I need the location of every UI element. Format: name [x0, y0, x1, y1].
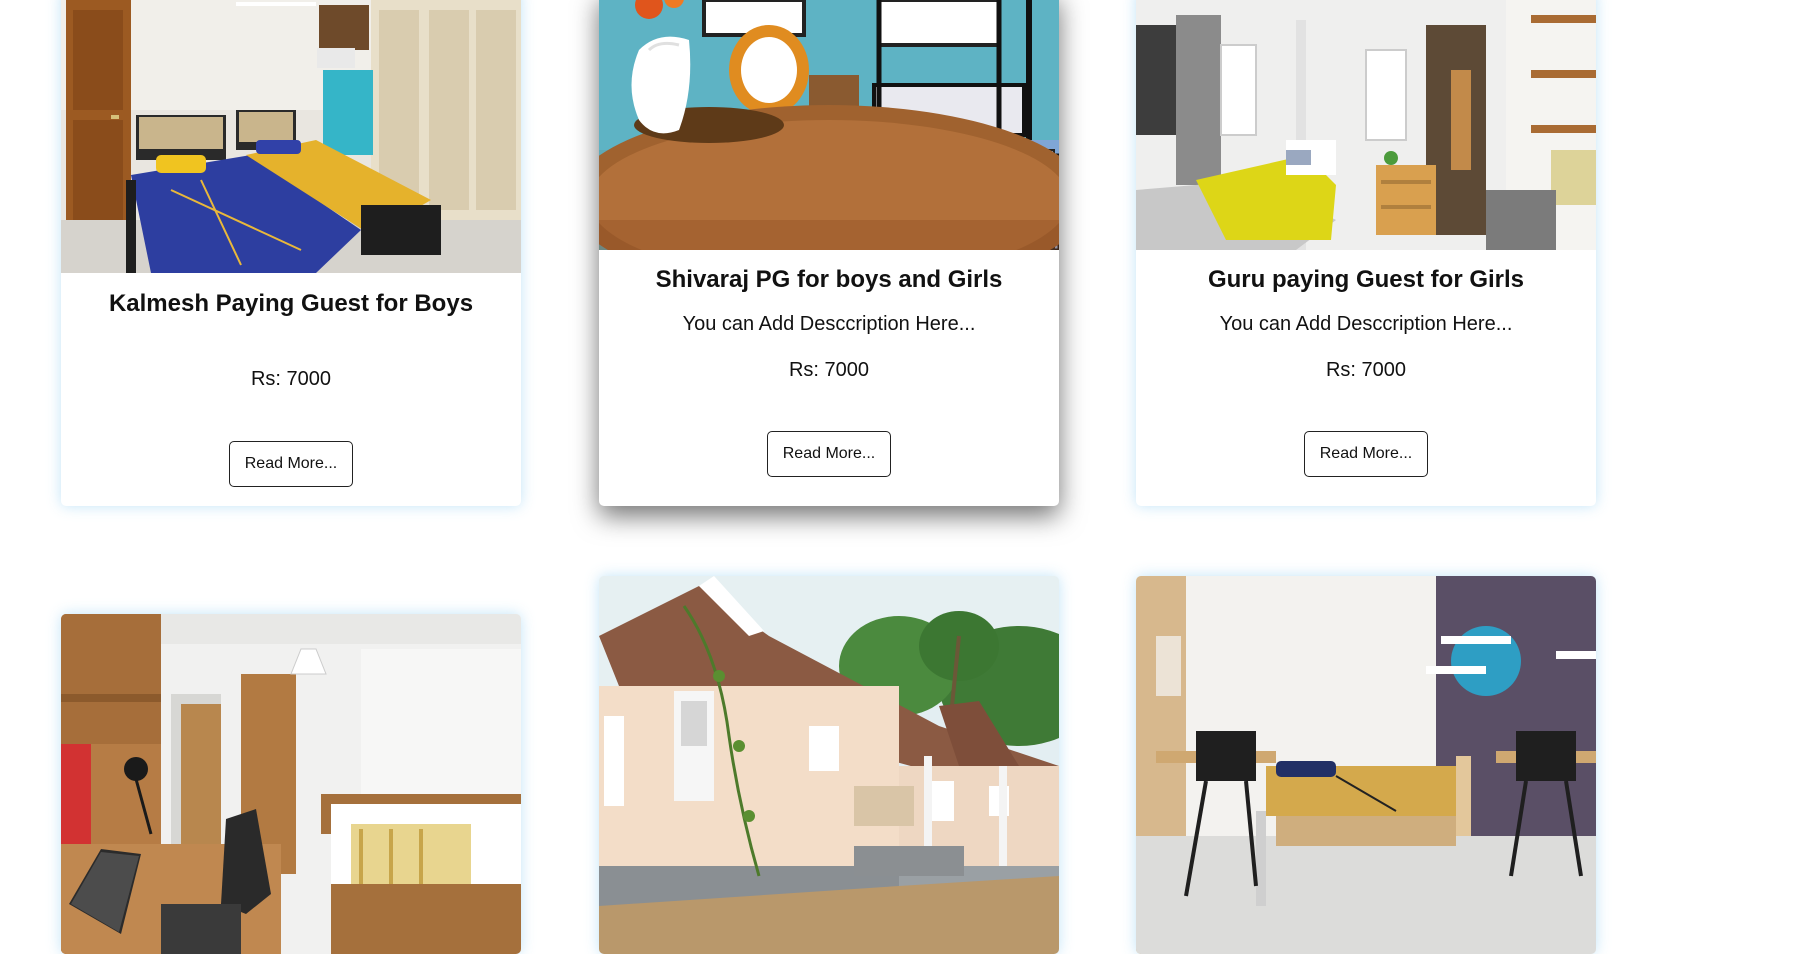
read-more-button[interactable]: Read More...: [229, 441, 353, 487]
study-room-photo: [61, 614, 521, 954]
card-body: Kalmesh Paying Guest for Boys Rs: 7000 R…: [61, 273, 521, 506]
single-bed-room-photo: [1136, 0, 1596, 250]
card-image: [1136, 0, 1596, 250]
card-image: [599, 0, 1059, 250]
card-body: Shivaraj PG for boys and Girls You can A…: [599, 250, 1059, 506]
card-body: Guru paying Guest for Girls You can Add …: [1136, 250, 1596, 506]
card-description: You can Add Desccription Here...: [682, 313, 976, 335]
card-image: [61, 0, 521, 273]
read-more-button[interactable]: Read More...: [1304, 431, 1428, 477]
card-title: Shivaraj PG for boys and Girls: [655, 266, 1003, 293]
pg-card-6: [1136, 576, 1596, 954]
bunk-beds-room-photo: [599, 0, 1059, 250]
modern-room-photo: [1136, 576, 1596, 954]
pg-card-guru: Guru paying Guest for Girls You can Add …: [1136, 0, 1596, 506]
twin-beds-room-photo: [61, 0, 521, 273]
card-image: [599, 576, 1059, 954]
read-more-button[interactable]: Read More...: [767, 431, 891, 477]
card-title: Guru paying Guest for Girls: [1207, 266, 1525, 293]
pg-card-4: [61, 614, 521, 954]
card-price: Rs: 7000: [788, 359, 870, 381]
pg-card-5: [599, 576, 1059, 954]
card-price: Rs: 7000: [250, 368, 332, 390]
card-image: [61, 614, 521, 954]
pg-card-shivaraj: Shivaraj PG for boys and Girls You can A…: [599, 0, 1059, 506]
card-title: Kalmesh Paying Guest for Boys: [108, 290, 474, 317]
house-exterior-photo: [599, 576, 1059, 954]
card-image: [1136, 576, 1596, 954]
card-price: Rs: 7000: [1325, 359, 1407, 381]
card-description: You can Add Desccription Here...: [1219, 313, 1513, 335]
pg-card-kalmesh: Kalmesh Paying Guest for Boys Rs: 7000 R…: [61, 0, 521, 506]
